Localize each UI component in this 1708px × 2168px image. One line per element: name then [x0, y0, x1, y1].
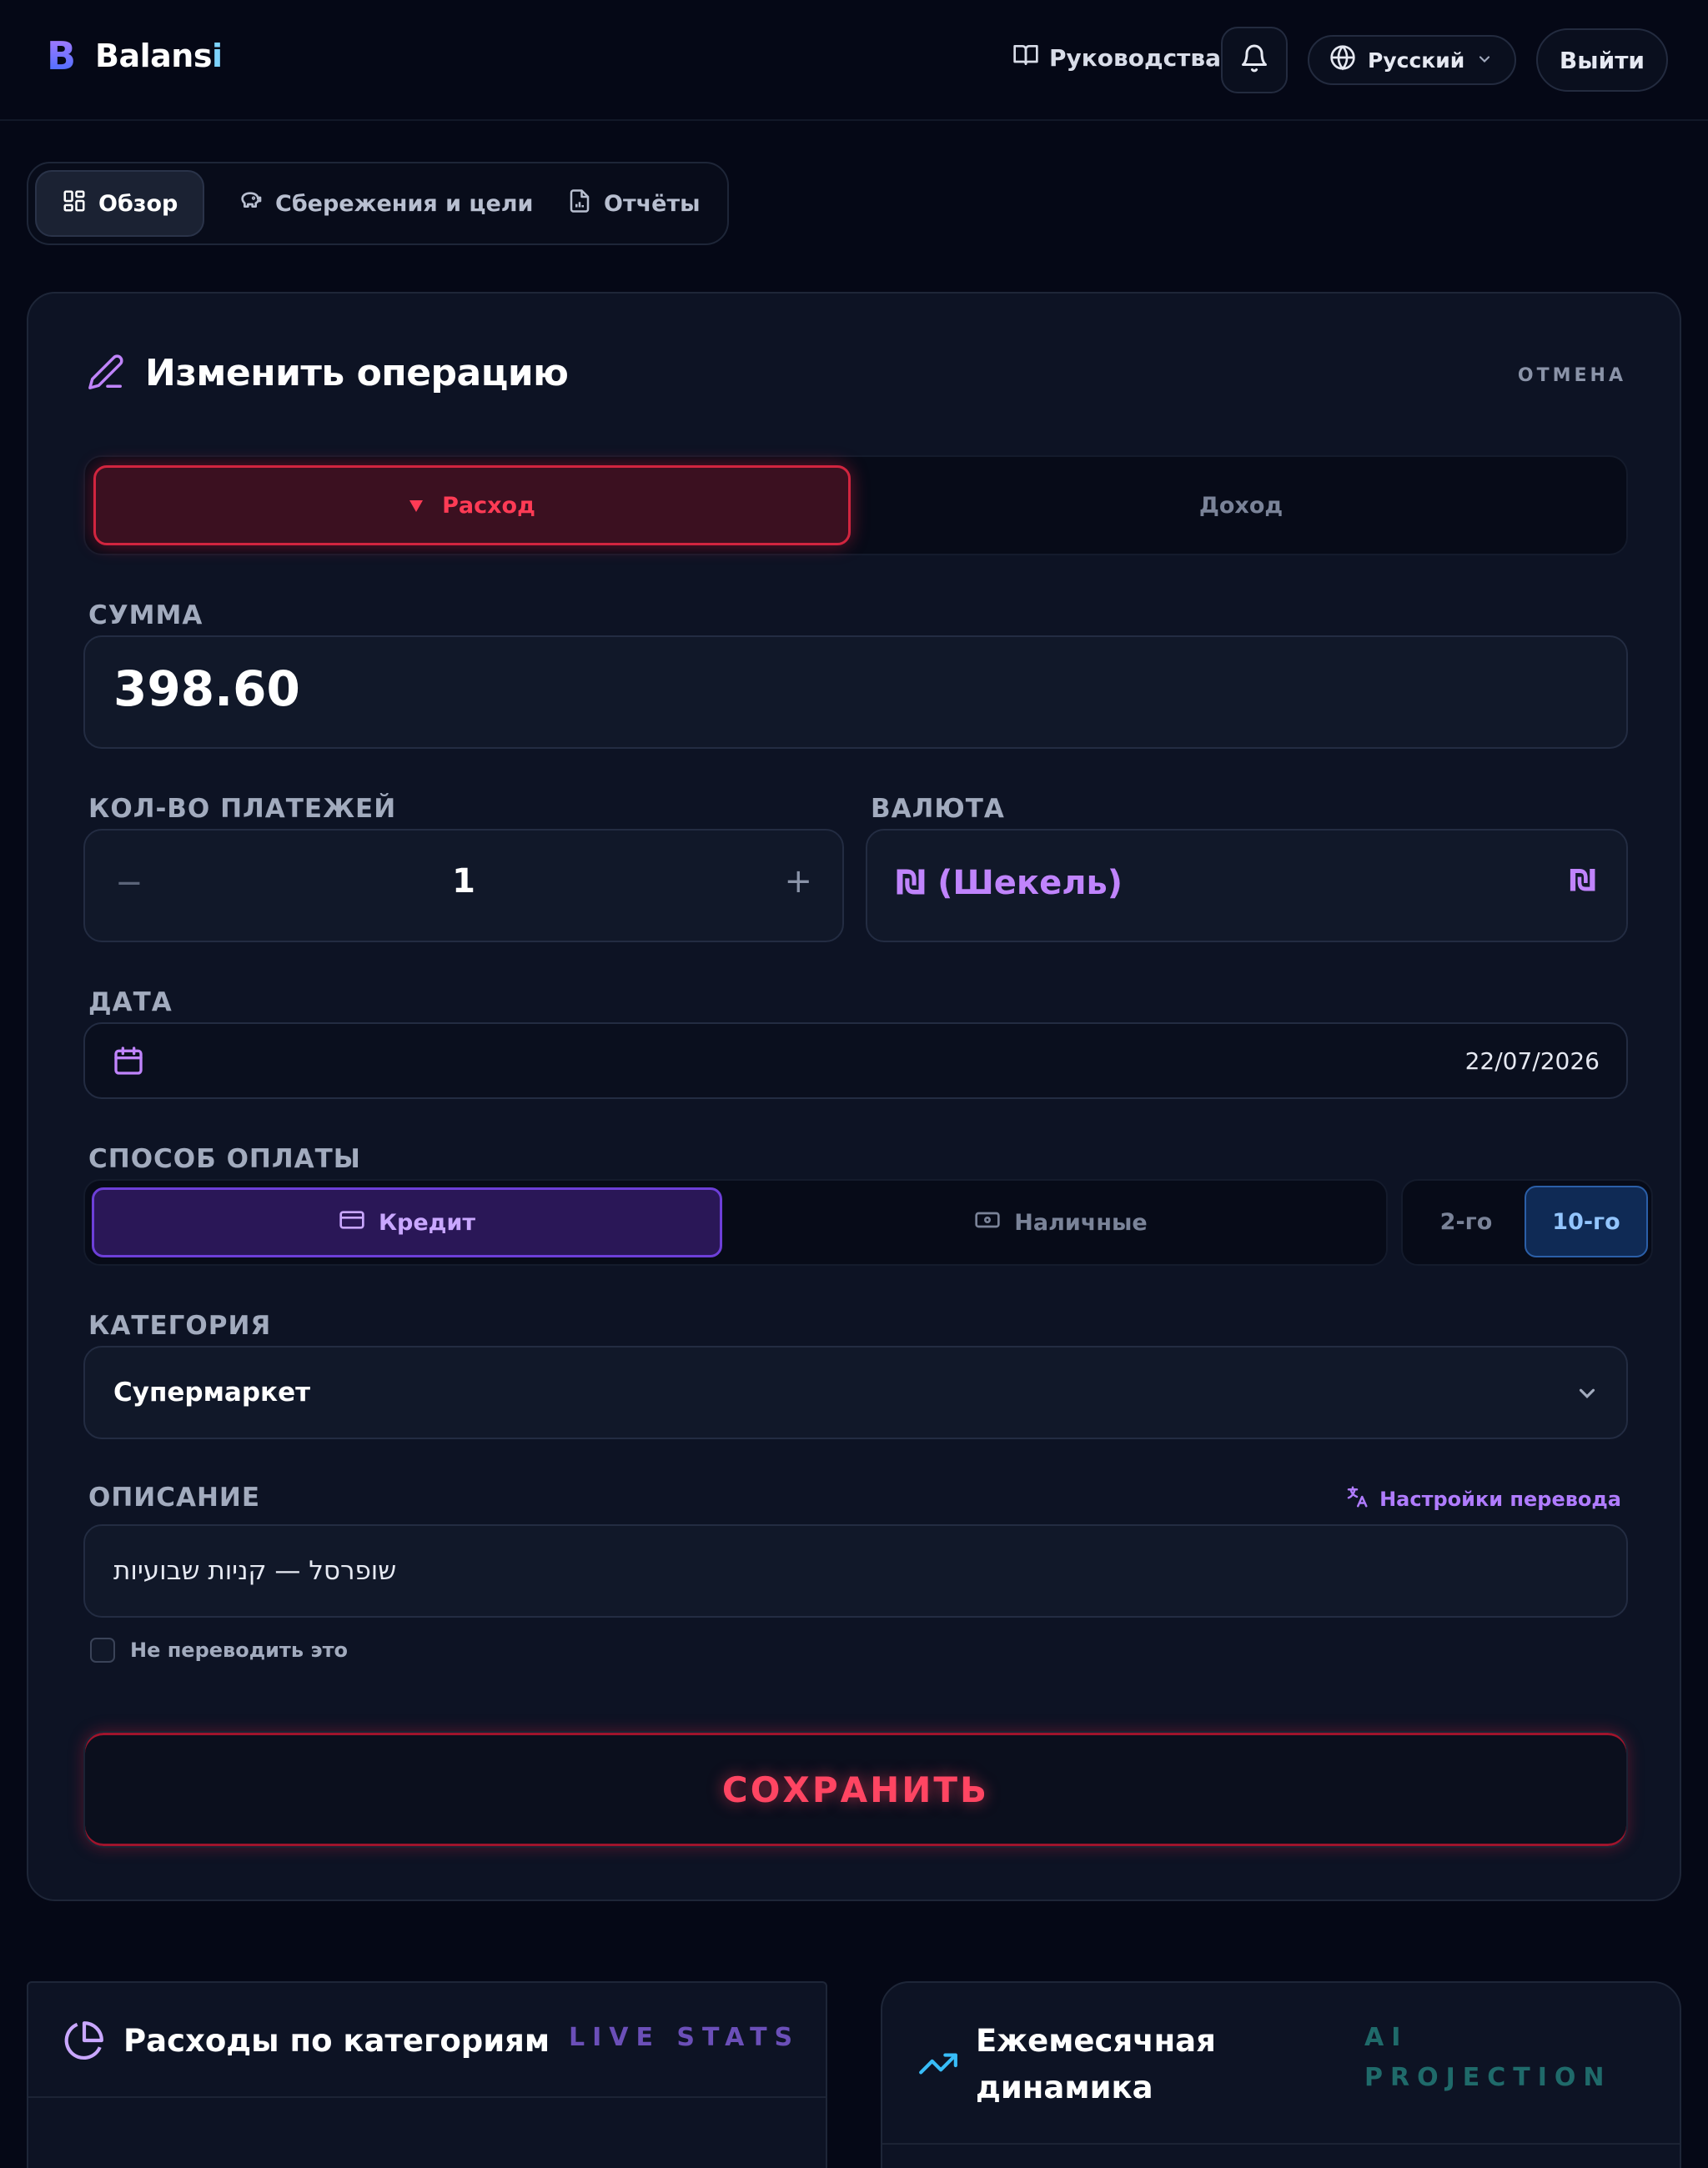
- billing-day-toggle: 2-го 10-го: [1401, 1179, 1653, 1266]
- main-tabs: Обзор Сбережения и цели Отчёты: [27, 162, 729, 245]
- no-translate-option[interactable]: Не переводить это: [90, 1638, 348, 1663]
- book-icon: [1012, 42, 1039, 74]
- card-divider: [28, 2096, 826, 2098]
- globe-icon: [1329, 44, 1356, 76]
- cash-label: Наличные: [1014, 1209, 1148, 1236]
- transaction-type-toggle: Расход Доход: [83, 455, 1628, 555]
- cash-option[interactable]: Наличные: [744, 1187, 1378, 1257]
- monthly-dynamics-card: Ежемесячная динамика AI PROJECTION: [881, 1981, 1681, 2168]
- language-selector[interactable]: Русский: [1308, 35, 1516, 85]
- description-label: ОПИСАНИЕ: [88, 1483, 261, 1513]
- amount-value: 398.60: [113, 660, 300, 717]
- no-translate-checkbox[interactable]: [90, 1638, 115, 1663]
- tab-label: Сбережения и цели: [275, 190, 534, 217]
- chevron-down-icon: [1575, 1381, 1600, 1409]
- tab-label: Обзор: [98, 190, 178, 217]
- card-title: Ежемесячная динамика: [976, 2023, 1216, 2105]
- tab-savings-goals[interactable]: Сбережения и цели: [237, 170, 533, 237]
- currency-select[interactable]: ₪ (Шекель) ₪: [866, 829, 1628, 942]
- category-label: КАТЕГОРИЯ: [88, 1311, 272, 1341]
- date-input[interactable]: 22/07/2026: [83, 1022, 1628, 1099]
- guides-link[interactable]: Руководства: [1012, 42, 1221, 74]
- card-title: Расходы по категориям: [123, 2023, 550, 2059]
- guides-label: Руководства: [1049, 44, 1222, 72]
- category-select[interactable]: Супермаркет: [83, 1346, 1628, 1439]
- cancel-button[interactable]: ОТМЕНА: [1518, 365, 1626, 386]
- date-label: ДАТА: [88, 987, 173, 1017]
- ai-projection-badge: AI PROJECTION: [1364, 2023, 1612, 2092]
- trending-up-icon: [917, 2043, 959, 2088]
- pencil-icon: [87, 353, 125, 394]
- translation-settings-label: Настройки перевода: [1379, 1488, 1621, 1511]
- translation-settings-link[interactable]: Настройки перевода: [1344, 1484, 1621, 1514]
- credit-option[interactable]: Кредит: [92, 1187, 722, 1257]
- brand-logo[interactable]: B Balansi: [47, 33, 223, 78]
- increment-button[interactable]: +: [784, 862, 812, 901]
- payments-count-label: КОЛ-ВО ПЛАТЕЖЕЙ: [88, 794, 397, 824]
- triangle-down-icon: [409, 493, 424, 519]
- tab-overview[interactable]: Обзор: [35, 170, 205, 237]
- page-title: Изменить операцию: [145, 352, 569, 394]
- category-value: Супермаркет: [113, 1378, 311, 1408]
- calendar-icon: [112, 1044, 145, 1081]
- card-header: Изменить операцию: [87, 352, 569, 394]
- billing-day-option-selected[interactable]: 10-го: [1525, 1186, 1648, 1257]
- expense-option[interactable]: Расход: [93, 465, 851, 545]
- category-expenses-card: Расходы по категориям LIVE STATS: [27, 1981, 827, 2168]
- save-label: СОХРАНИТЬ: [721, 1769, 990, 1810]
- amount-input[interactable]: 398.60: [83, 635, 1628, 749]
- shekel-icon: ₪: [1569, 864, 1596, 898]
- edit-transaction-card: Изменить операцию ОТМЕНА Расход Доход СУ…: [27, 292, 1681, 1901]
- brand-name: Balansi: [95, 38, 223, 74]
- tab-reports[interactable]: Отчёты: [567, 170, 701, 237]
- billing-day-option[interactable]: 2-го: [1408, 1186, 1525, 1257]
- date-value: 22/07/2026: [1464, 1047, 1600, 1075]
- top-bar: B Balansi Руководства Русский Выйти: [0, 0, 1708, 121]
- translate-icon: [1344, 1484, 1369, 1514]
- currency-label: ВАЛЮТА: [871, 794, 1005, 824]
- chevron-down-icon: [1476, 48, 1493, 73]
- notifications-button[interactable]: [1221, 27, 1288, 93]
- bell-icon: [1239, 43, 1269, 77]
- card-divider: [882, 2143, 1680, 2145]
- language-label: Русский: [1368, 48, 1465, 73]
- payment-method-toggle: Кредит Наличные: [83, 1179, 1388, 1266]
- credit-card-icon: [339, 1207, 365, 1239]
- amount-label: СУММА: [88, 600, 203, 630]
- expense-label: Расход: [442, 492, 535, 519]
- grid-icon: [62, 188, 87, 219]
- save-button[interactable]: СОХРАНИТЬ: [83, 1731, 1628, 1848]
- payment-method-label: СПОСОБ ОПЛАТЫ: [88, 1144, 361, 1174]
- income-option[interactable]: Доход: [861, 465, 1621, 545]
- payments-stepper: − 1 +: [83, 829, 844, 942]
- currency-value: ₪ (Шекель): [896, 864, 1123, 902]
- no-translate-label: Не переводить это: [130, 1639, 348, 1662]
- piggy-bank-icon: [237, 188, 264, 220]
- tab-label: Отчёты: [604, 190, 701, 217]
- pie-chart-icon: [63, 2020, 105, 2065]
- credit-label: Кредит: [378, 1209, 476, 1236]
- description-value: שופרסל — קניות שבועיות: [113, 1556, 397, 1586]
- live-stats-badge: LIVE STATS: [569, 2023, 801, 2052]
- banknote-icon: [974, 1207, 1001, 1239]
- description-input[interactable]: שופרסל — קניות שבועיות: [83, 1524, 1628, 1618]
- logo-mark-icon: B: [47, 33, 80, 78]
- logout-button[interactable]: Выйти: [1536, 28, 1668, 92]
- report-file-icon: [567, 188, 592, 219]
- payments-count-value[interactable]: 1: [85, 862, 842, 901]
